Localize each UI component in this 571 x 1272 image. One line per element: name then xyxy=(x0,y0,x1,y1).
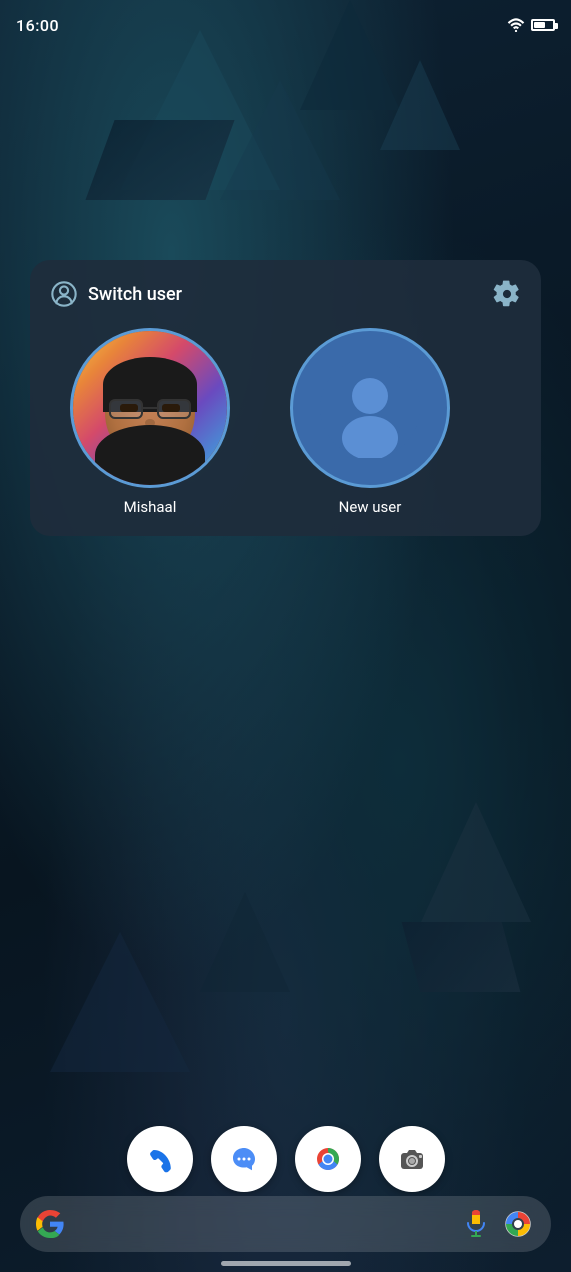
face-photo xyxy=(73,331,227,485)
lens-icon xyxy=(504,1210,532,1238)
switch-user-card: Switch user xyxy=(30,260,541,536)
card-title: Switch user xyxy=(88,284,182,305)
user-avatar-new xyxy=(290,328,450,488)
dock-app-messages[interactable] xyxy=(211,1126,277,1192)
wallpaper xyxy=(0,0,571,1272)
search-lens-button[interactable] xyxy=(501,1207,535,1241)
user-name-new: New user xyxy=(339,498,402,516)
camera-icon xyxy=(393,1140,431,1178)
search-bar[interactable] xyxy=(20,1196,551,1252)
google-g-logo xyxy=(36,1210,64,1238)
status-icons xyxy=(507,18,555,32)
user-avatar-mishaal xyxy=(70,328,230,488)
phone-icon xyxy=(141,1140,179,1178)
dock-app-camera[interactable] xyxy=(379,1126,445,1192)
mic-icon xyxy=(464,1210,488,1238)
dock xyxy=(0,1126,571,1192)
dock-app-chrome[interactable] xyxy=(295,1126,361,1192)
chrome-icon xyxy=(309,1140,347,1178)
home-indicator xyxy=(221,1261,351,1266)
search-mic-button[interactable] xyxy=(459,1207,493,1241)
status-bar: 16:00 xyxy=(0,0,571,50)
user-circle-icon xyxy=(50,280,78,308)
card-title-area: Switch user xyxy=(50,280,182,308)
wifi-icon xyxy=(507,18,525,32)
status-time: 16:00 xyxy=(16,16,59,35)
new-user-icon xyxy=(320,358,420,458)
users-row: Mishaal New user xyxy=(50,328,521,516)
card-header: Switch user xyxy=(50,280,521,308)
user-item-mishaal[interactable]: Mishaal xyxy=(50,328,250,516)
battery-icon xyxy=(531,19,555,31)
dock-app-phone[interactable] xyxy=(127,1126,193,1192)
messages-icon xyxy=(225,1140,263,1178)
user-name-mishaal: Mishaal xyxy=(124,498,177,516)
settings-icon[interactable] xyxy=(493,280,521,308)
user-item-new[interactable]: New user xyxy=(270,328,470,516)
